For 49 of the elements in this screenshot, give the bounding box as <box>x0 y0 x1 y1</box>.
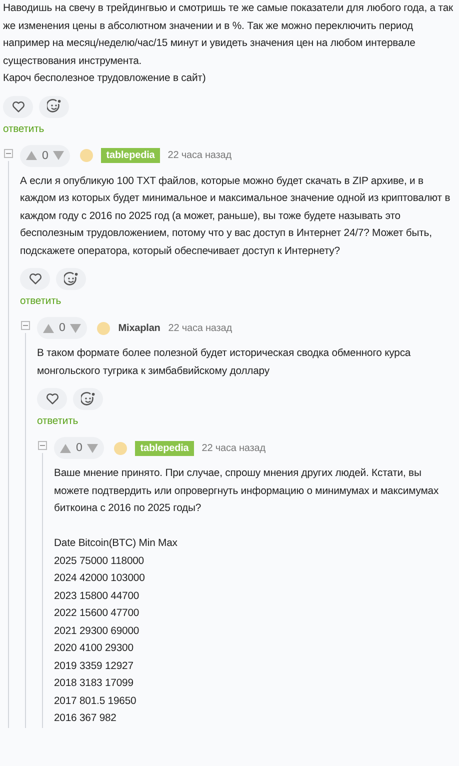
upvote-icon[interactable] <box>26 151 37 160</box>
emoji-icon <box>46 99 62 114</box>
reaction-button[interactable] <box>39 96 69 118</box>
downvote-icon[interactable] <box>87 444 98 452</box>
emoji-icon <box>64 272 78 286</box>
data-line: 2017 801.5 19650 <box>54 694 138 708</box>
data-line: 2018 3183 17099 <box>54 677 134 691</box>
like-button[interactable] <box>20 268 50 290</box>
reply-link[interactable]: ответить <box>3 124 44 134</box>
like-button[interactable] <box>37 388 67 410</box>
reaction-button[interactable] <box>56 268 86 290</box>
emoji-icon <box>80 392 96 406</box>
like-button[interactable] <box>3 96 33 118</box>
heart-icon <box>28 273 42 285</box>
downvote-icon[interactable] <box>53 151 64 160</box>
data-line: 2019 3359 12927 <box>54 660 134 674</box>
data-line: 2021 29300 69000 <box>54 624 140 638</box>
heart-icon <box>46 393 58 405</box>
rating: 0 <box>76 442 82 454</box>
comment-time: 22 часа назад <box>168 150 232 161</box>
data-line: 2023 15800 44700 <box>54 590 140 604</box>
upvote-icon[interactable] <box>60 444 71 452</box>
heart-icon <box>12 100 24 112</box>
author-name[interactable]: tablepedia <box>101 148 160 163</box>
comment-text: А если я опубликую 100 TXT файлов, которые можно будет скачать в ZIP архиве, и в каждом из которых будет минимальное и максимальное значение одной из криптовалют в каждом году с 2016 по 2025 год (а может, раньше), вы тоже будете называть это бесполезным трудовложением, потому что у вас доступ в Интернет 24/7? Может быть, подскажете оператора, который обеспечивает доступ к Интернету? <box>20 174 452 258</box>
data-line: 2024 42000 103000 <box>54 572 146 586</box>
comment-text: Наводишь на свечу в трейдингвью и смотришь те же самые показатели для любого года, а так же изменения цены в абсолютном значении и в %. Так же можно переключить период например на месяц/неделю/час/15 минут и увидеть значения цен на любом интервале существования инструмента. <box>3 2 454 68</box>
collapse-toggle[interactable] <box>4 148 12 158</box>
comment-text: Ваше мнение принято. При случае, спрошу мнения других людей. Кстати, вы можете подтвердить или опровергнуть информацию о минимумах и максимумах биткоина с 2016 по 2025 годы? <box>54 467 440 516</box>
downvote-icon[interactable] <box>70 324 82 332</box>
reply-link[interactable]: ответить <box>37 416 78 427</box>
data-line: 2025 75000 118000 <box>54 554 145 568</box>
author-name[interactable]: Mixaplan <box>118 322 160 334</box>
comment-time: 22 часа назад <box>168 322 232 334</box>
rating: 0 <box>42 150 48 162</box>
reaction-button[interactable] <box>73 388 103 410</box>
comment-text: Кароч бесполезное трудовложение в сайт) <box>3 72 207 86</box>
comment-text: В таком формате более полезной будет историческая сводка обменного курса монгольского тугрика к зимбабвийскому доллару <box>37 347 412 378</box>
data-line: Date Bitcoin(BTC) Min Max <box>54 537 178 551</box>
author-name[interactable]: tablepedia <box>135 440 194 456</box>
collapse-toggle[interactable] <box>20 321 30 330</box>
reply-link[interactable]: ответить <box>20 296 62 307</box>
upvote-icon[interactable] <box>43 324 54 332</box>
comment-time: 22 часа назад <box>202 442 266 454</box>
collapse-toggle[interactable] <box>38 441 46 450</box>
data-line: 2020 4100 29300 <box>54 642 134 656</box>
data-line: 2022 15600 47700 <box>54 607 140 621</box>
rating: 0 <box>59 322 66 334</box>
data-line: 2016 367 982 <box>54 712 118 726</box>
